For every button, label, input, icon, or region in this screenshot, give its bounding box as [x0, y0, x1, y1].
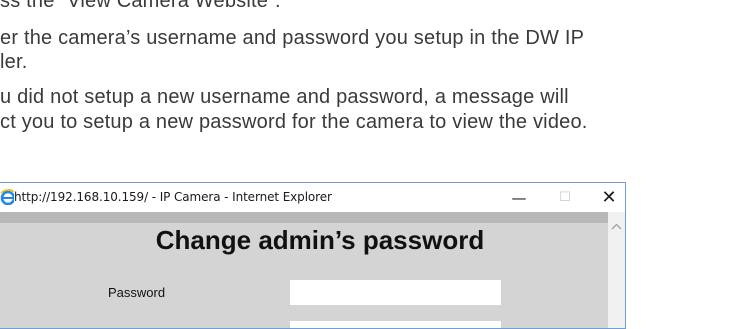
internet-explorer-icon	[0, 189, 14, 205]
page-content: Change admin’s password Password	[0, 212, 608, 328]
close-icon: ✕	[601, 187, 617, 208]
confirm-password-input[interactable]	[290, 321, 501, 328]
password-input[interactable]	[290, 280, 501, 305]
instruction-line-5: ct you to setup a new password for the c…	[0, 111, 588, 133]
vertical-scrollbar[interactable]	[608, 212, 625, 328]
minimize-button[interactable]: —	[496, 183, 542, 212]
window-title: http://192.168.10.159/ - IP Camera - Int…	[14, 190, 332, 204]
password-label: Password	[108, 285, 166, 300]
instruction-line-2: er the camera’s username and password yo…	[0, 27, 585, 49]
window-titlebar[interactable]: http://192.168.10.159/ - IP Camera - Int…	[0, 183, 625, 212]
minimize-icon: —	[511, 188, 527, 207]
content-top-bar	[0, 212, 608, 223]
instruction-line-3: ler.	[0, 51, 28, 73]
maximize-button[interactable]: ☐	[542, 183, 588, 212]
maximize-icon: ☐	[559, 190, 571, 205]
instruction-line-4: u did not setup a new username and passw…	[0, 86, 569, 108]
ie-browser-window: http://192.168.10.159/ - IP Camera - Int…	[0, 182, 626, 329]
instruction-line-1: ss the “View Camera Website”.	[0, 0, 281, 12]
chevron-up-icon[interactable]	[611, 222, 622, 232]
close-button[interactable]: ✕	[586, 183, 625, 212]
page-heading: Change admin’s password	[155, 225, 485, 255]
